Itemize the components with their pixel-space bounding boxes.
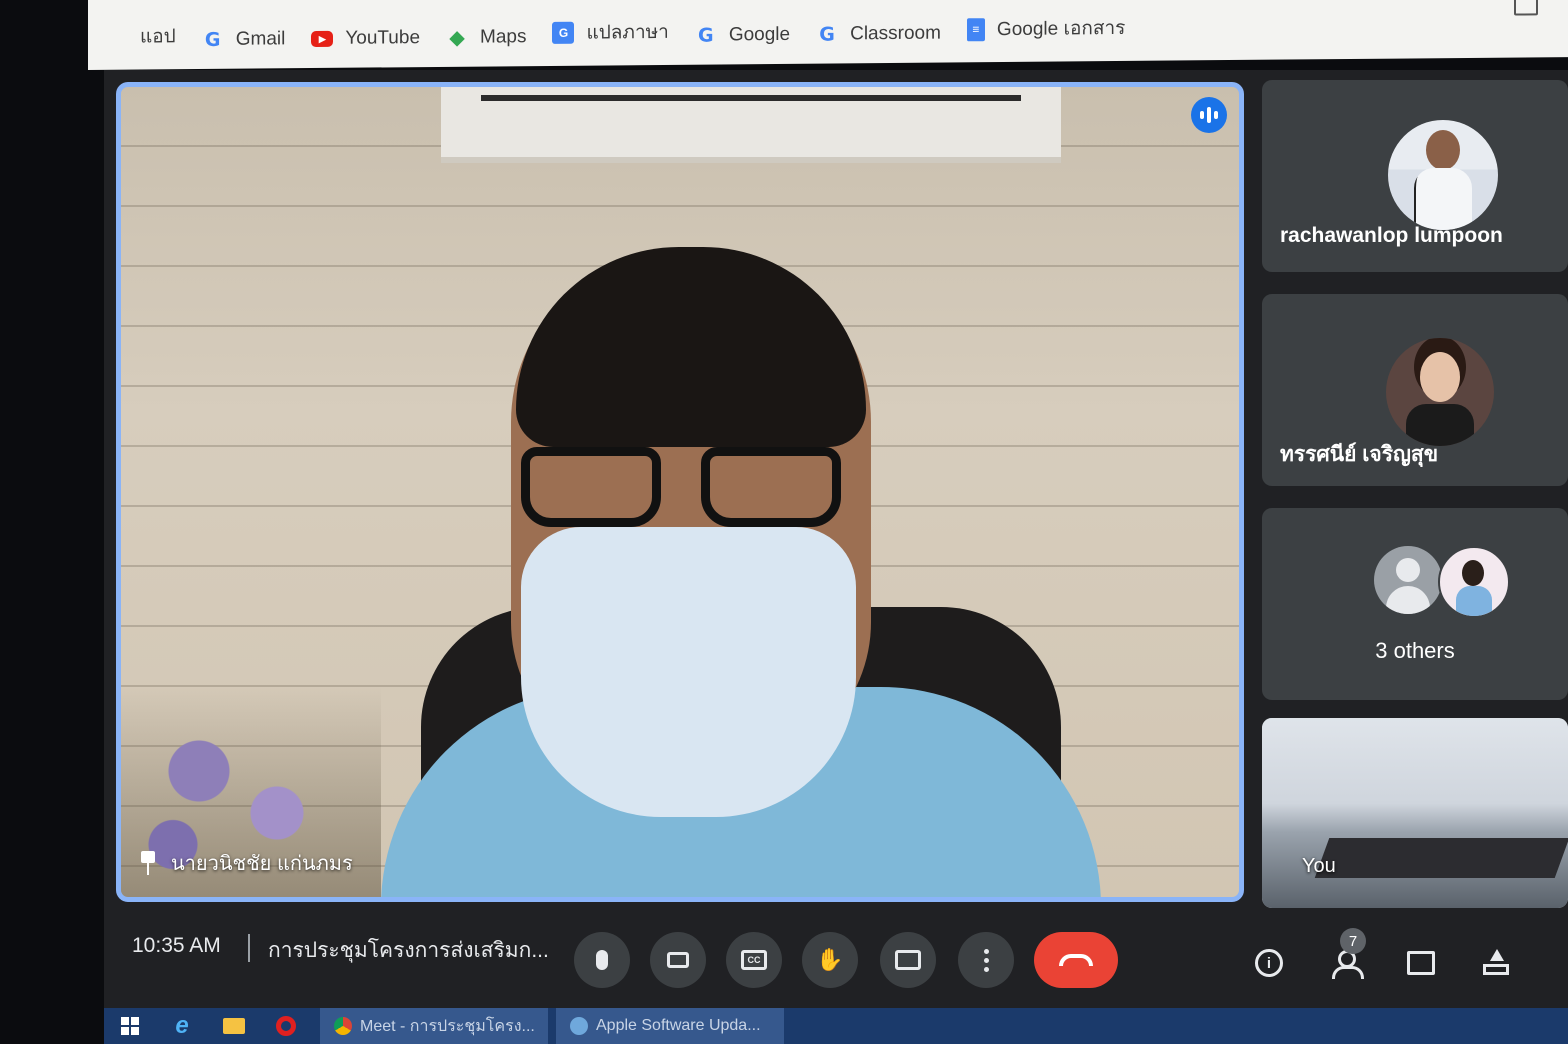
internet-explorer-icon: e xyxy=(175,1012,189,1039)
reading-list-icon[interactable] xyxy=(1514,0,1538,16)
windows-taskbar: e Meet - การประชุมโครง... Apple Software… xyxy=(104,1008,1568,1044)
bookmark-gmail[interactable]: G Gmail xyxy=(202,28,286,51)
participant-count-badge: 7 xyxy=(1340,928,1366,954)
self-view-video xyxy=(1262,718,1568,908)
apple-update-icon xyxy=(570,1017,588,1035)
self-view-tile[interactable]: You xyxy=(1262,718,1568,908)
bookmark-classroom[interactable]: G Classroom xyxy=(816,23,941,46)
main-participant-name: นายวนิชชัย แก่นภมร xyxy=(171,853,353,875)
participant-tile-1[interactable]: rachawanlop lumpoon xyxy=(1262,80,1568,272)
meeting-time: 10:35 AM xyxy=(132,934,221,957)
participant-name: rachawanlop lumpoon xyxy=(1280,224,1503,247)
apps-grid-icon xyxy=(106,26,128,48)
bookmark-docs[interactable]: ≡ Google เอกสาร xyxy=(966,13,1126,44)
avatar xyxy=(1438,546,1510,618)
bookmark-label: Google xyxy=(728,23,791,46)
start-button[interactable] xyxy=(104,1008,156,1044)
video-person-glasses xyxy=(521,447,851,537)
meeting-details-button[interactable]: i xyxy=(1252,946,1286,980)
participant-tile-others[interactable]: 3 others xyxy=(1262,508,1568,700)
internet-explorer-button[interactable]: e xyxy=(156,1008,208,1044)
others-count-label: 3 others xyxy=(1375,638,1455,663)
translate-icon: G xyxy=(552,21,575,44)
avatar xyxy=(1388,120,1498,230)
participant-name: ทรรศนีย์ เจริญสุข xyxy=(1280,443,1439,466)
hand-icon: ✋ xyxy=(816,947,844,972)
bookmark-label: แปลภาษา xyxy=(586,21,669,44)
bookmark-label: Google เอกสาร xyxy=(996,17,1126,41)
taskbar-item-label: Meet - การประชุมโครง... xyxy=(360,1017,535,1035)
opera-icon xyxy=(276,1016,296,1036)
bookmark-label: Gmail xyxy=(235,28,286,50)
taskbar-item-meet[interactable]: Meet - การประชุมโครง... xyxy=(320,1008,548,1044)
bookmarks-bar: แอป G Gmail ▶ YouTube ◆ Maps G แปลภาษา G… xyxy=(88,0,1568,70)
captions-icon: CC xyxy=(741,950,767,970)
camera-icon xyxy=(667,952,689,968)
youtube-icon: ▶ xyxy=(311,30,334,48)
camera-button[interactable] xyxy=(650,932,706,988)
hang-up-icon xyxy=(1059,954,1093,966)
people-icon xyxy=(1330,950,1364,979)
speaking-indicator-icon xyxy=(1191,97,1227,133)
bookmark-maps[interactable]: ◆ Maps xyxy=(446,26,527,49)
docs-icon: ≡ xyxy=(966,17,985,41)
default-avatar-icon xyxy=(1374,546,1442,614)
chat-icon xyxy=(1407,951,1435,975)
pin-icon[interactable] xyxy=(139,851,157,875)
present-screen-icon xyxy=(895,950,921,970)
chrome-icon xyxy=(334,1017,352,1035)
google-g-icon: G xyxy=(204,28,221,51)
windows-logo-icon xyxy=(121,1017,139,1035)
microphone-button[interactable] xyxy=(574,932,630,988)
folder-icon xyxy=(223,1018,245,1034)
raise-hand-button[interactable]: ✋ xyxy=(802,932,858,988)
bookmark-label: Maps xyxy=(480,26,527,48)
captions-button[interactable]: CC xyxy=(726,932,782,988)
participant-tile-2[interactable]: ทรรศนีย์ เจริญสุข xyxy=(1262,294,1568,486)
leave-call-button[interactable] xyxy=(1034,932,1118,988)
video-person-mask xyxy=(521,527,856,817)
avatar xyxy=(1386,338,1494,446)
bookmark-google[interactable]: G Google xyxy=(695,24,790,47)
video-air-conditioner xyxy=(441,87,1061,163)
bookmark-label: Classroom xyxy=(850,22,941,45)
present-button[interactable] xyxy=(880,932,936,988)
meeting-controls-bar: 10:35 AM การประชุมโครงการส่งเสริมก... CC… xyxy=(104,908,1568,1008)
more-options-button[interactable] xyxy=(958,932,1014,988)
taskbar-item-label: Apple Software Upda... xyxy=(596,1017,761,1034)
bookmark-translate[interactable]: G แปลภาษา xyxy=(552,17,669,48)
bookmark-apps[interactable]: แอป xyxy=(106,21,176,52)
file-explorer-button[interactable] xyxy=(208,1008,260,1044)
taskbar-item-apple-update[interactable]: Apple Software Upda... xyxy=(556,1008,784,1044)
bookmark-youtube[interactable]: ▶ YouTube xyxy=(311,27,420,50)
main-participant-label: นายวนิชชัย แก่นภมร xyxy=(139,847,353,879)
bookmark-label: แอป xyxy=(140,26,176,48)
divider xyxy=(248,934,250,962)
main-video-tile[interactable]: นายวนิชชัย แก่นภมร xyxy=(116,82,1244,902)
opera-button[interactable] xyxy=(260,1008,312,1044)
meet-window: นายวนิชชัย แก่นภมร rachawanlop lumpoon ท… xyxy=(104,70,1568,1008)
activities-button[interactable] xyxy=(1480,946,1514,980)
info-icon: i xyxy=(1255,949,1283,977)
meeting-title: การประชุมโครงการส่งเสริมก... xyxy=(268,939,549,962)
google-g-icon: G xyxy=(698,24,714,47)
self-view-label: You xyxy=(1302,855,1336,877)
bookmark-label: YouTube xyxy=(345,27,421,49)
activities-icon xyxy=(1483,949,1511,977)
chat-button[interactable] xyxy=(1404,946,1438,980)
maps-icon: ◆ xyxy=(449,27,465,49)
more-vert-icon xyxy=(983,948,989,972)
microphone-icon xyxy=(596,950,608,970)
google-g-icon: G xyxy=(819,23,835,46)
